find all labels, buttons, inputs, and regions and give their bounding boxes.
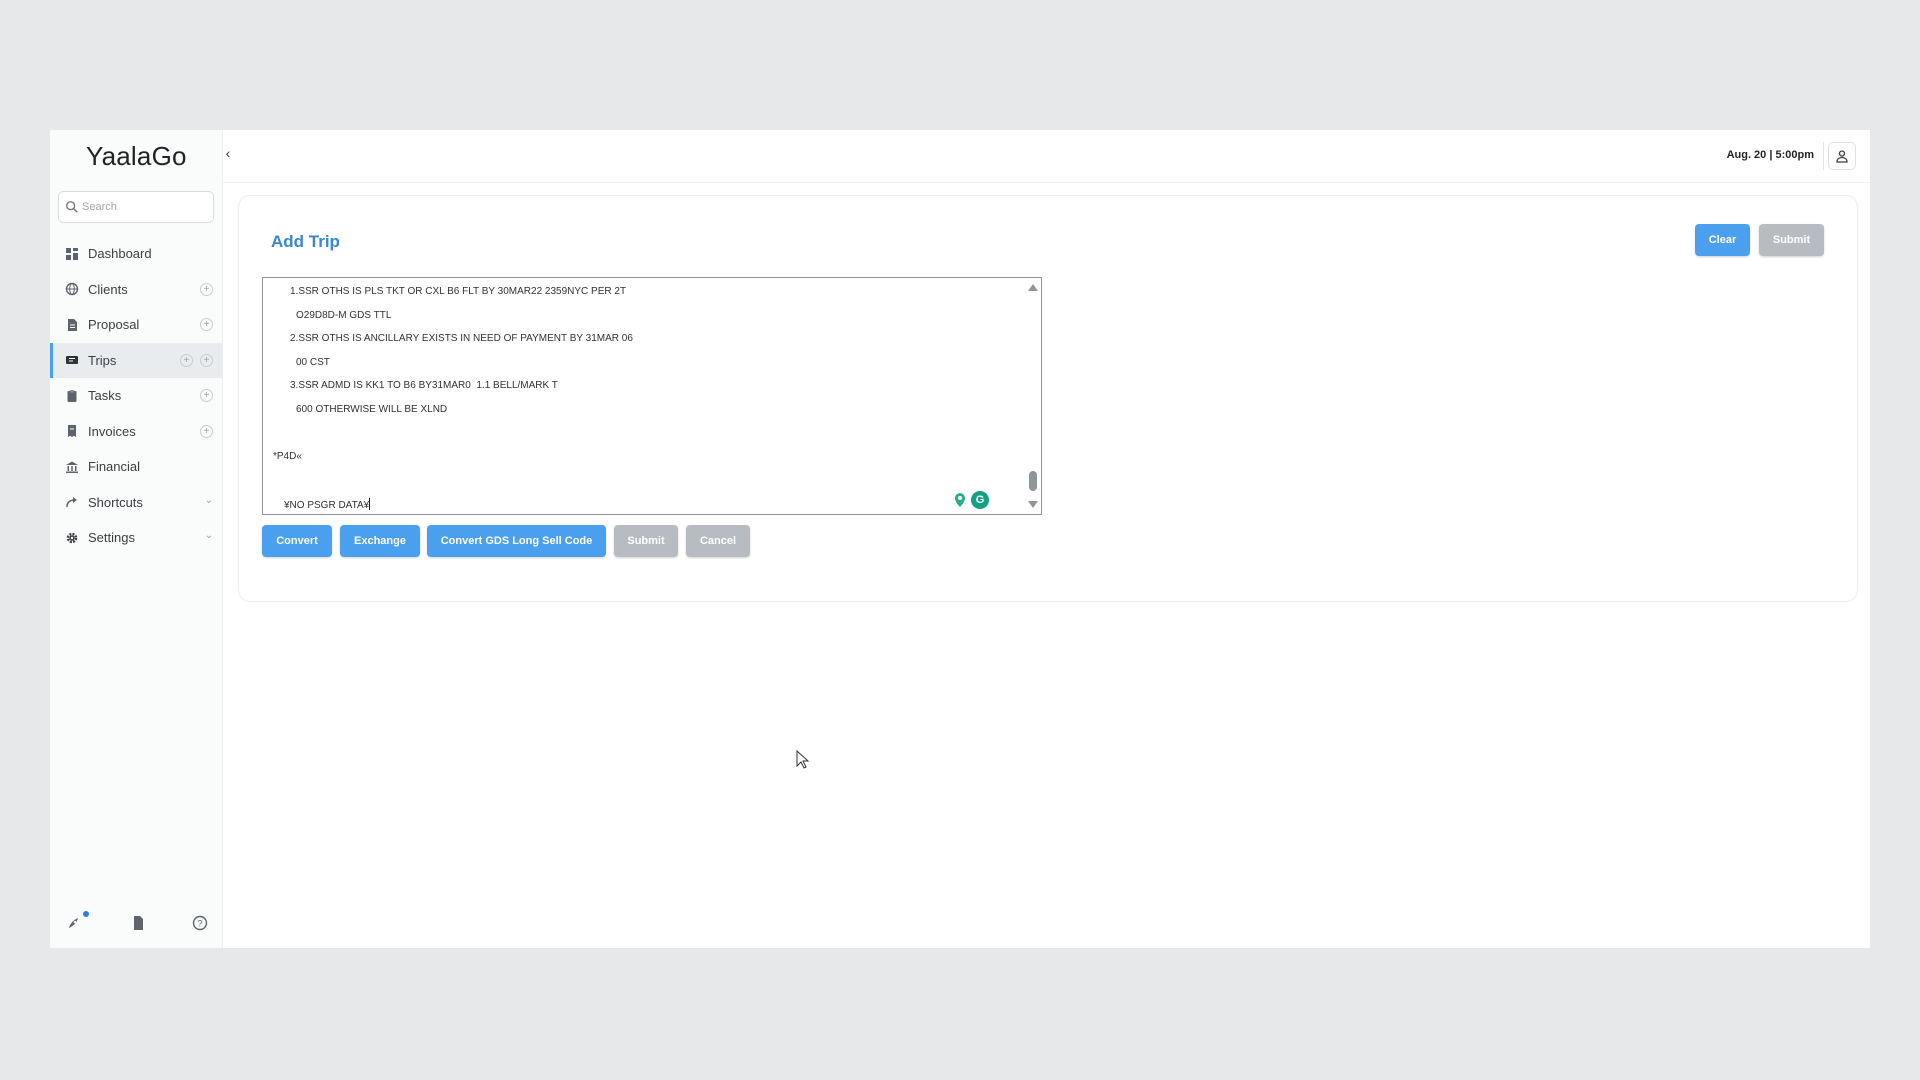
share-icon (66, 497, 77, 508)
page-title: Add Trip (271, 232, 340, 251)
file-icon (68, 318, 77, 331)
sidebar-item-label: Invoices (88, 423, 136, 439)
cancel-button[interactable]: Cancel (686, 525, 750, 557)
add-trip-icon[interactable]: + (180, 353, 193, 367)
sidebar-item-tasks[interactable]: Tasks + (50, 378, 223, 414)
sidebar-item-financial[interactable]: Financial (50, 449, 223, 485)
sidebar-item-label: Tasks (88, 388, 122, 404)
chevron-down-icon[interactable]: ⌄ (205, 530, 213, 541)
scroll-down-arrow-icon[interactable] (1028, 501, 1038, 508)
editor-line: 1.SSR OTHS IS PLS TKT OR CXL B6 FLT BY 3… (290, 286, 627, 297)
sidebar-item-dashboard[interactable]: Dashboard (50, 236, 223, 272)
editor-line: 3.SSR ADMD IS KK1 TO B6 BY31MAR0 1.1 BEL… (290, 380, 558, 391)
sidebar-item-invoices[interactable]: Invoices + (50, 414, 223, 450)
bank-icon (66, 461, 78, 473)
submit-button[interactable]: Submit (614, 525, 678, 557)
svg-text:?: ? (197, 919, 202, 929)
sidebar-item-trips[interactable]: Trips + + (50, 342, 223, 378)
notification-dot (83, 911, 89, 917)
editor-scrollbar[interactable] (1025, 278, 1041, 514)
add-client-icon[interactable]: + (200, 282, 213, 296)
text-caret (369, 498, 371, 510)
app-window: YaalaGo ‹ Dashboard (50, 130, 1870, 948)
sidebar-footer: ? (50, 910, 223, 940)
invoice-icon (68, 425, 76, 438)
help-icon[interactable]: ? (191, 914, 209, 932)
sidebar-item-label: Dashboard (88, 246, 152, 262)
dashboard-icon (66, 247, 78, 260)
ticket-icon (66, 356, 78, 365)
sidebar-item-proposal[interactable]: Proposal + (50, 307, 223, 343)
search-box[interactable] (58, 191, 214, 223)
user-menu-button[interactable] (1828, 142, 1856, 170)
sidebar-item-clients[interactable]: Clients + (50, 272, 223, 308)
divider (1823, 142, 1824, 170)
gear-icon (66, 532, 78, 543)
sidebar-item-label: Financial (88, 459, 141, 475)
sidebar-item-label: Settings (88, 530, 135, 546)
search-icon (66, 201, 78, 213)
sidebar: YaalaGo ‹ Dashboard (50, 130, 230, 948)
add-trip-alt-icon[interactable]: + (200, 353, 213, 367)
add-invoice-icon[interactable]: + (200, 424, 213, 438)
search-input[interactable] (82, 201, 202, 213)
chevron-down-icon[interactable]: ⌄ (205, 495, 213, 506)
location-pin-icon[interactable] (953, 492, 967, 508)
gds-text-editor[interactable]: 1.SSR OTHS IS PLS TKT OR CXL B6 FLT BY 3… (262, 277, 1042, 515)
editor-line: ¥NO PSGR DATA¥ (284, 498, 371, 511)
sidebar-item-label: Clients (88, 281, 128, 297)
user-icon (1836, 150, 1848, 163)
globe-icon (65, 283, 79, 296)
add-proposal-icon[interactable]: + (200, 318, 213, 331)
exchange-button[interactable]: Exchange (340, 525, 420, 557)
logo-row: YaalaGo ‹ (50, 130, 230, 180)
editor-line: O29D8D-M GDS TTL (296, 310, 392, 321)
add-trip-card: Add Trip Clear Submit 1.SSR OTHS IS PLS … (238, 195, 1858, 602)
clear-button[interactable]: Clear (1695, 224, 1750, 256)
submit-header-button[interactable]: Submit (1759, 224, 1824, 256)
rocket-icon[interactable] (65, 914, 83, 932)
sidebar-item-settings[interactable]: Settings ⌄ (50, 520, 223, 556)
scroll-up-arrow-icon[interactable] (1028, 284, 1038, 291)
sidebar-item-shortcuts[interactable]: Shortcuts ⌄ (50, 485, 223, 521)
grammarly-icon[interactable]: G (971, 491, 989, 509)
mouse-pointer-icon (796, 750, 810, 769)
editor-line: *P4D« (273, 451, 302, 462)
editor-current-line: ¥NO PSGR DATA¥ (284, 500, 370, 511)
clipboard-icon (67, 389, 77, 402)
document-icon[interactable] (129, 914, 147, 932)
editor-line: 600 OTHERWISE WILL BE XLND (296, 404, 448, 415)
convert-gds-long-sell-code-button[interactable]: Convert GDS Long Sell Code (427, 525, 606, 557)
editor-line: 2.SSR OTHS IS ANCILLARY EXISTS IN NEED O… (290, 333, 633, 344)
sidebar-item-label: Proposal (88, 317, 140, 333)
topbar: Aug. 20 | 5:00pm (223, 130, 1870, 183)
app-logo: YaalaGo (86, 141, 187, 171)
scrollbar-thumb[interactable] (1029, 471, 1037, 491)
datetime-label: Aug. 20 | 5:00pm (1726, 149, 1814, 161)
sidebar-item-label: Shortcuts (88, 494, 143, 510)
sidebar-item-label: Trips (88, 352, 117, 368)
sidebar-nav: Dashboard Clients + Proposal + Trips + +… (50, 236, 223, 556)
convert-button[interactable]: Convert (262, 525, 332, 557)
editor-line: 00 CST (296, 357, 330, 368)
add-task-icon[interactable]: + (200, 389, 213, 402)
